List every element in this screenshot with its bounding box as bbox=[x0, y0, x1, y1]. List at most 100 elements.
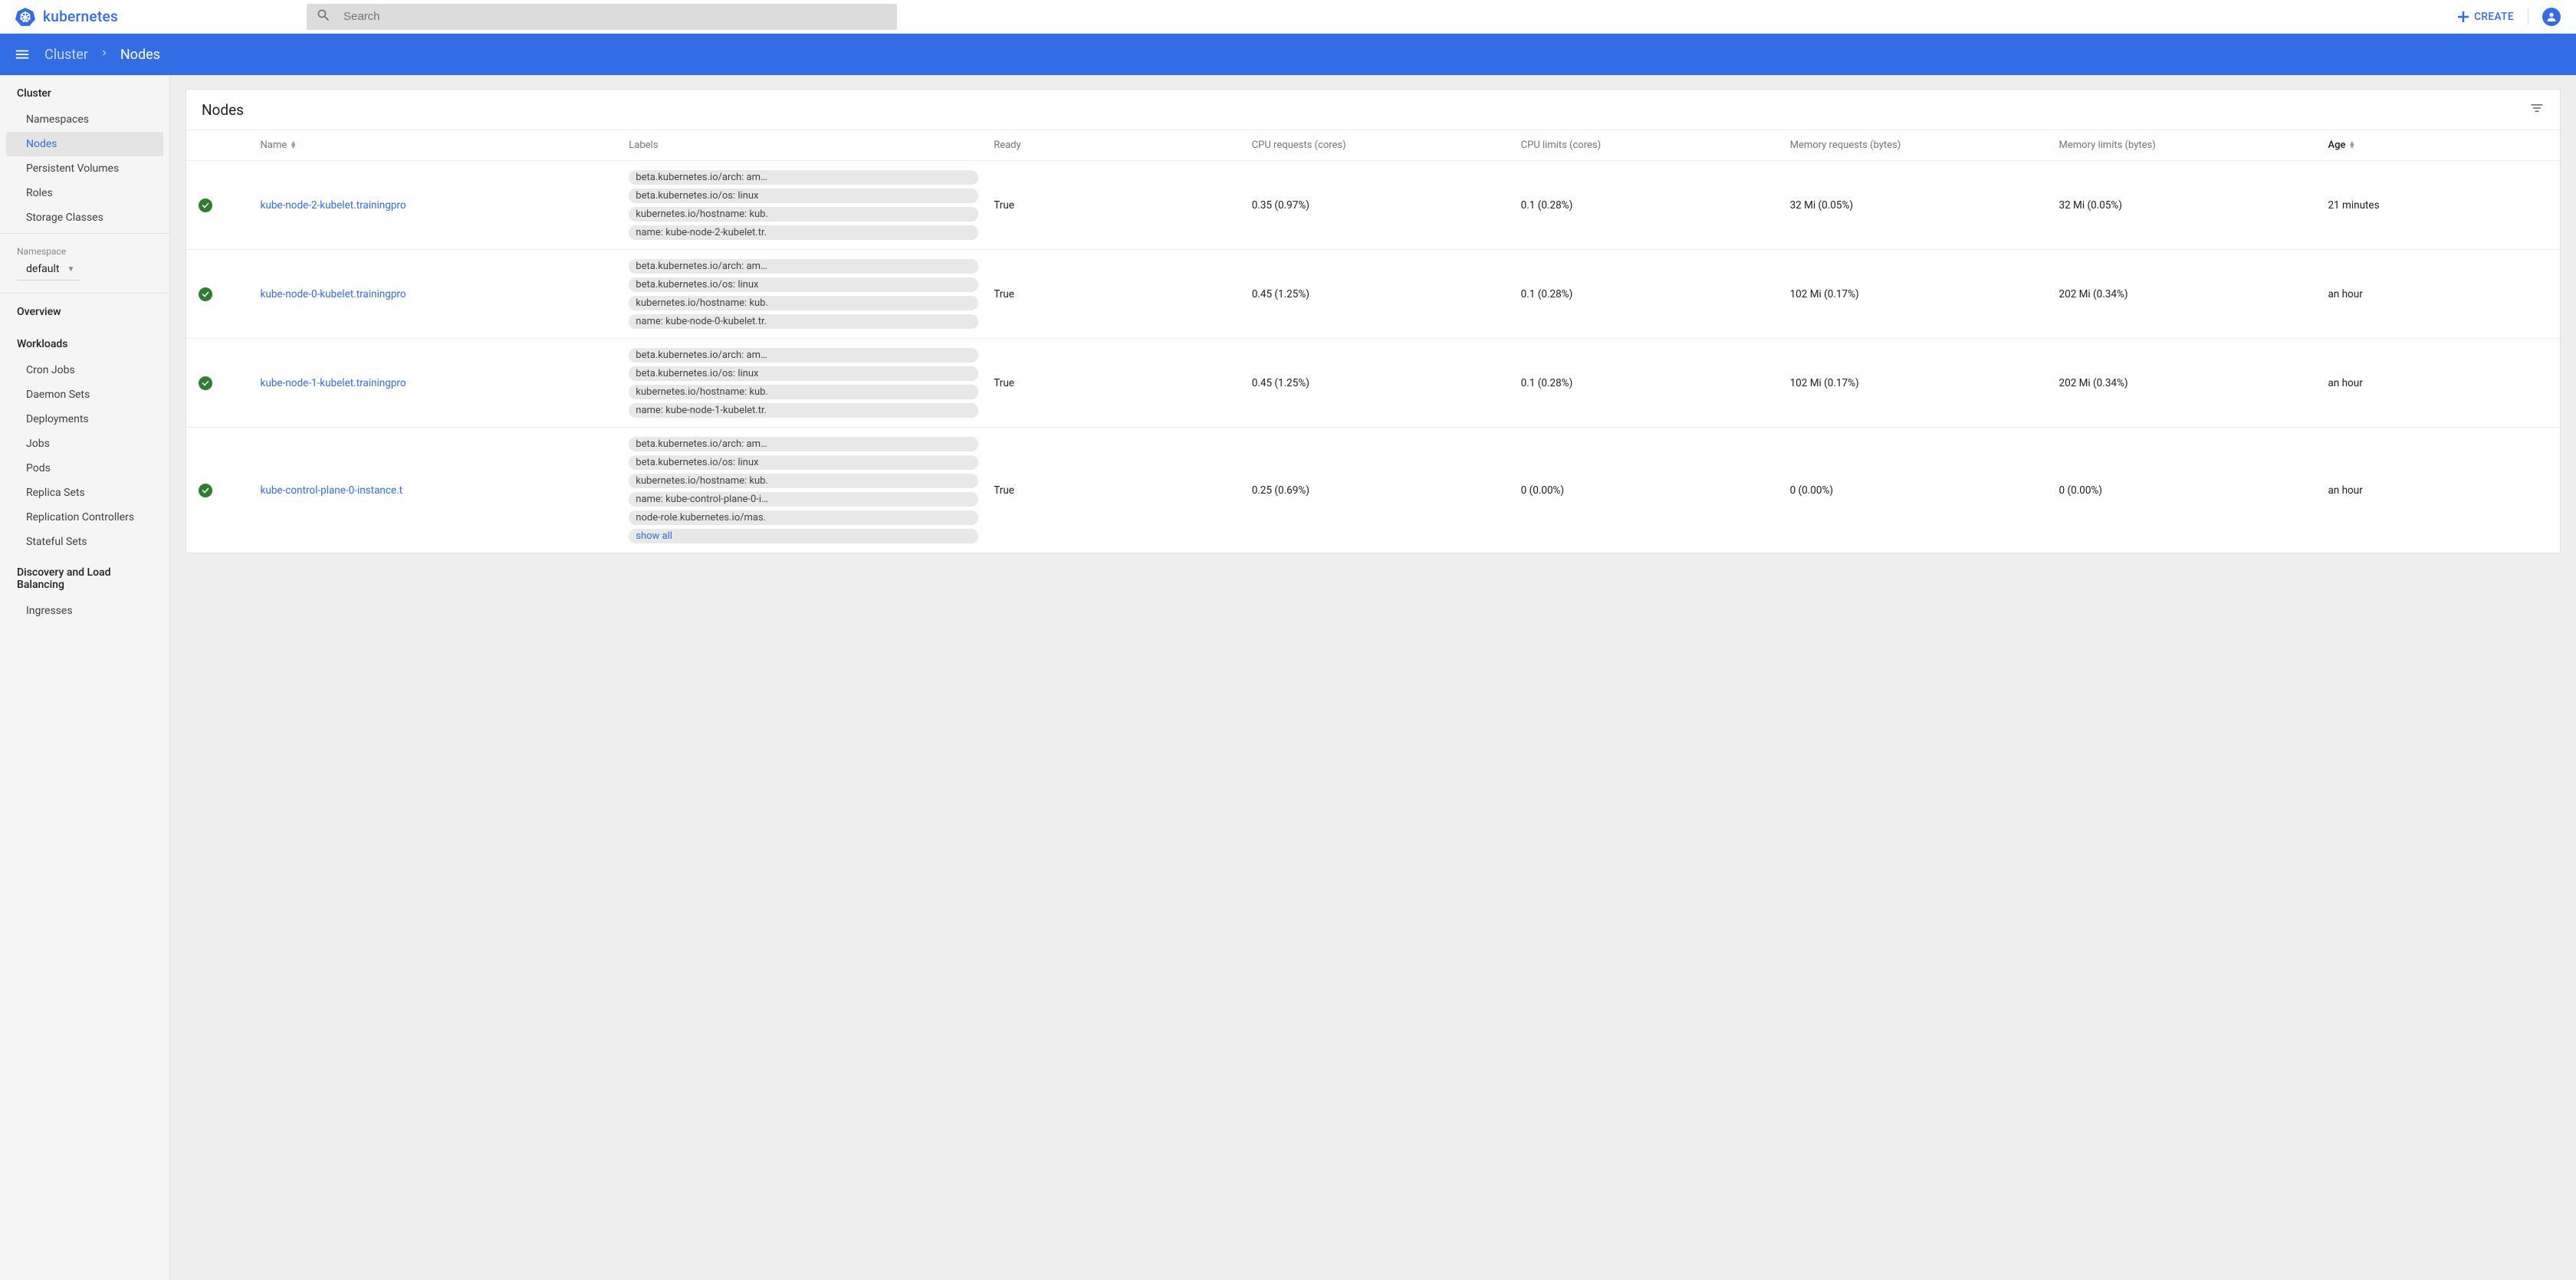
menu-toggle[interactable] bbox=[11, 43, 34, 66]
col-cpu-lim[interactable]: CPU limits (cores) bbox=[1513, 130, 1783, 161]
sidebar-section-workloads[interactable]: Workloads bbox=[0, 326, 169, 358]
col-age[interactable]: Age▲▼ bbox=[2320, 130, 2560, 161]
sort-icon: ▲▼ bbox=[2348, 142, 2355, 149]
nodes-table: Name▲▼ Labels Ready CPU requests (cores)… bbox=[186, 130, 2560, 553]
status-ok-icon bbox=[199, 376, 212, 390]
table-row: kube-node-0-kubelet.trainingpro beta.kube… bbox=[186, 250, 2560, 339]
label-chip: kubernetes.io/hostname: kub. bbox=[629, 385, 978, 399]
filter-list-icon bbox=[2529, 100, 2545, 116]
show-all-labels[interactable]: show all bbox=[629, 529, 978, 543]
node-link[interactable]: kube-node-0-kubelet.trainingpro bbox=[261, 288, 614, 300]
nodes-card: Nodes Name▲▼ Labels Ready CPU reques bbox=[186, 89, 2561, 553]
node-link[interactable]: kube-node-1-kubelet.trainingpro bbox=[261, 377, 614, 389]
namespace-select[interactable]: default ▼ bbox=[17, 257, 80, 281]
table-row: kube-control-plane-0-instance.t beta.kube… bbox=[186, 428, 2560, 553]
status-ok-icon bbox=[199, 199, 212, 212]
node-link[interactable]: kube-control-plane-0-instance.t bbox=[261, 484, 614, 497]
sidebar-item-persistent-volumes[interactable]: Persistent Volumes bbox=[0, 156, 169, 181]
namespace-label: Namespace bbox=[17, 238, 153, 257]
cell-mem_req: 0 (0.00%) bbox=[1783, 428, 2052, 553]
namespace-value: default bbox=[26, 263, 60, 275]
label-chip: kubernetes.io/hostname: kub. bbox=[629, 207, 978, 222]
plus-icon bbox=[2457, 11, 2469, 23]
label-chip: node-role.kubernetes.io/mas. bbox=[629, 510, 978, 525]
sidebar-item-deployments[interactable]: Deployments bbox=[0, 407, 169, 432]
search-icon bbox=[316, 8, 331, 26]
cell-age: 21 minutes bbox=[2320, 161, 2560, 250]
cell-ready: True bbox=[986, 161, 1244, 250]
label-chips: beta.kubernetes.io/arch: am… beta.kuberne… bbox=[629, 259, 978, 329]
card-title: Nodes bbox=[202, 101, 244, 119]
search-input[interactable] bbox=[343, 10, 888, 23]
search-wrap bbox=[307, 4, 897, 30]
col-ready[interactable]: Ready bbox=[986, 130, 1244, 161]
cell-mem_req: 102 Mi (0.17%) bbox=[1783, 339, 2052, 428]
label-chip: beta.kubernetes.io/arch: am… bbox=[629, 259, 978, 274]
cell-mem_lim: 32 Mi (0.05%) bbox=[2052, 161, 2321, 250]
status-ok-icon bbox=[199, 484, 212, 497]
cell-cpu_lim: 0.1 (0.28%) bbox=[1513, 250, 1783, 339]
cell-ready: True bbox=[986, 250, 1244, 339]
node-link[interactable]: kube-node-2-kubelet.trainingpro bbox=[261, 199, 614, 212]
cell-mem_req: 32 Mi (0.05%) bbox=[1783, 161, 2052, 250]
sidebar-item-nodes[interactable]: Nodes bbox=[6, 132, 163, 156]
label-chip: beta.kubernetes.io/os: linux bbox=[629, 277, 978, 292]
namespace-selector-block: Namespace default ▼ bbox=[0, 233, 169, 294]
table-row: kube-node-1-kubelet.trainingpro beta.kube… bbox=[186, 339, 2560, 428]
sidebar-item-pods[interactable]: Pods bbox=[0, 456, 169, 481]
cell-cpu_req: 0.25 (0.69%) bbox=[1244, 428, 1513, 553]
cell-mem_lim: 202 Mi (0.34%) bbox=[2052, 250, 2321, 339]
cell-cpu_lim: 0.1 (0.28%) bbox=[1513, 161, 1783, 250]
create-label: CREATE bbox=[2474, 11, 2514, 23]
sidebar-item-jobs[interactable]: Jobs bbox=[0, 432, 169, 456]
col-labels[interactable]: Labels bbox=[621, 130, 986, 161]
cell-mem_req: 102 Mi (0.17%) bbox=[1783, 250, 2052, 339]
cell-mem_lim: 0 (0.00%) bbox=[2052, 428, 2321, 553]
cell-cpu_req: 0.45 (1.25%) bbox=[1244, 250, 1513, 339]
label-chips: beta.kubernetes.io/arch: am… beta.kuberne… bbox=[629, 348, 978, 418]
content-area: Nodes Name▲▼ Labels Ready CPU reques bbox=[170, 75, 2576, 1280]
search-box[interactable] bbox=[307, 4, 897, 30]
sidebar-item-cron-jobs[interactable]: Cron Jobs bbox=[0, 358, 169, 382]
top-bar: kubernetes CREATE bbox=[0, 0, 2576, 34]
label-chip: beta.kubernetes.io/os: linux bbox=[629, 366, 978, 381]
cell-cpu_req: 0.45 (1.25%) bbox=[1244, 339, 1513, 428]
caret-down-icon: ▼ bbox=[67, 265, 75, 274]
sidebar-item-namespaces[interactable]: Namespaces bbox=[0, 107, 169, 132]
label-chip: beta.kubernetes.io/arch: am… bbox=[629, 437, 978, 451]
col-cpu-req[interactable]: CPU requests (cores) bbox=[1244, 130, 1513, 161]
filter-button[interactable] bbox=[2529, 100, 2545, 119]
chevron-right-icon bbox=[99, 48, 110, 61]
sidebar-section-cluster[interactable]: Cluster bbox=[0, 75, 169, 107]
label-chip: beta.kubernetes.io/arch: am… bbox=[629, 348, 978, 363]
breadcrumb-bar: Cluster Nodes bbox=[0, 34, 2576, 75]
cell-mem_lim: 202 Mi (0.34%) bbox=[2052, 339, 2321, 428]
sidebar-item-storage-classes[interactable]: Storage Classes bbox=[0, 205, 169, 230]
sidebar-item-roles[interactable]: Roles bbox=[0, 181, 169, 205]
user-avatar[interactable] bbox=[2542, 8, 2561, 26]
col-mem-req[interactable]: Memory requests (bytes) bbox=[1783, 130, 2052, 161]
create-button[interactable]: CREATE bbox=[2457, 11, 2514, 23]
sidebar-item-stateful-sets[interactable]: Stateful Sets bbox=[0, 530, 169, 554]
cell-age: an hour bbox=[2320, 250, 2560, 339]
user-icon bbox=[2545, 11, 2558, 23]
cell-ready: True bbox=[986, 339, 1244, 428]
table-row: kube-node-2-kubelet.trainingpro beta.kube… bbox=[186, 161, 2560, 250]
label-chip: beta.kubernetes.io/os: linux bbox=[629, 455, 978, 470]
label-chip: name: kube-node-0-kubelet.tr. bbox=[629, 314, 978, 329]
col-mem-lim[interactable]: Memory limits (bytes) bbox=[2052, 130, 2321, 161]
sidebar-item-replica-sets[interactable]: Replica Sets bbox=[0, 481, 169, 505]
col-name[interactable]: Name▲▼ bbox=[253, 130, 622, 161]
sidebar-section-dlb[interactable]: Discovery and Load Balancing bbox=[0, 554, 169, 599]
sidebar-section-overview[interactable]: Overview bbox=[0, 294, 169, 326]
breadcrumb-root[interactable]: Cluster bbox=[44, 47, 88, 63]
topbar-actions: CREATE bbox=[2457, 8, 2561, 26]
sidebar-item-daemon-sets[interactable]: Daemon Sets bbox=[0, 382, 169, 407]
sort-icon: ▲▼ bbox=[290, 142, 297, 149]
sidebar-item-replication-controllers[interactable]: Replication Controllers bbox=[0, 505, 169, 530]
status-ok-icon bbox=[199, 287, 212, 301]
label-chips: beta.kubernetes.io/arch: am…beta.kuberne… bbox=[629, 170, 978, 240]
cell-cpu_lim: 0.1 (0.28%) bbox=[1513, 339, 1783, 428]
sidebar-item-ingresses[interactable]: Ingresses bbox=[0, 599, 169, 623]
table-header-row: Name▲▼ Labels Ready CPU requests (cores)… bbox=[186, 130, 2560, 161]
